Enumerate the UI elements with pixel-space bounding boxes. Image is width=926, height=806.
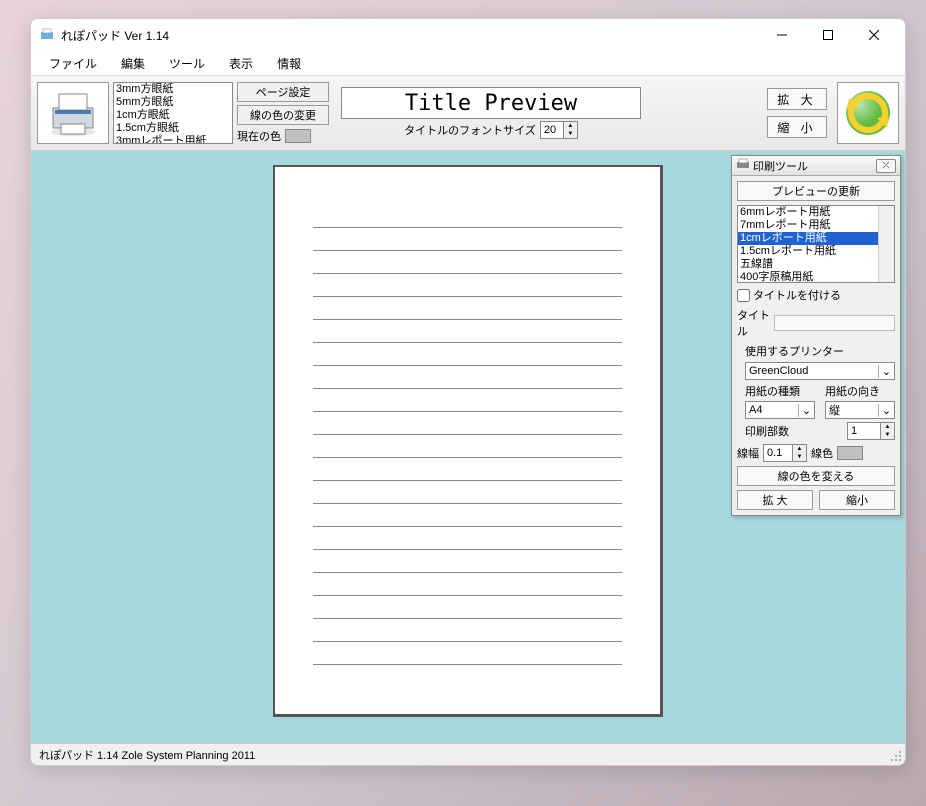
page-preview bbox=[273, 165, 663, 717]
printer-value: GreenCloud bbox=[746, 365, 878, 377]
print-tool-body: プレビューの更新 6mmレポート用紙 7mmレポート用紙 1cmレポート用紙 1… bbox=[732, 176, 900, 515]
minimize-button[interactable] bbox=[759, 20, 805, 50]
spinner-down-button[interactable]: ▼ bbox=[881, 431, 894, 439]
printer-icon[interactable] bbox=[37, 82, 109, 144]
list-item[interactable]: 五線譜 bbox=[738, 258, 894, 271]
list-item[interactable]: 400字原稿用紙 bbox=[738, 271, 894, 283]
menu-tool[interactable]: ツール bbox=[159, 52, 215, 75]
title-preview-text: Title Preview bbox=[405, 91, 577, 116]
list-item[interactable]: 5mm方眼紙 bbox=[114, 96, 232, 109]
paper-orient-value: 縦 bbox=[826, 402, 878, 418]
printer-label: 使用するプリンター bbox=[745, 343, 895, 359]
line-color-change-button[interactable]: 線の色の変更 bbox=[237, 105, 329, 125]
menu-edit[interactable]: 編集 bbox=[111, 52, 155, 75]
copies-value[interactable]: 1 bbox=[848, 423, 880, 439]
app-window: れぽパッド Ver 1.14 ファイル 編集 ツール 表示 情報 3mm方眼紙 … bbox=[30, 18, 906, 766]
toolbar-zoom-buttons: 拡 大 縮 小 bbox=[767, 88, 827, 138]
print-tool-title: 印刷ツール bbox=[753, 158, 808, 174]
title-fontsize-label: タイトルのフォントサイズ bbox=[404, 122, 536, 138]
copies-label: 印刷部数 bbox=[745, 423, 789, 439]
current-color-swatch[interactable] bbox=[285, 129, 311, 143]
paper-type-combo[interactable]: A4 ⌄ bbox=[745, 401, 815, 419]
toolbar: 3mm方眼紙 5mm方眼紙 1cm方眼紙 1.5cm方眼紙 3mmレポート用紙 … bbox=[31, 75, 905, 151]
content-area: 印刷ツール ⤫ プレビューの更新 6mmレポート用紙 7mmレポート用紙 1cm… bbox=[31, 151, 905, 743]
line-width-label: 線幅 bbox=[737, 445, 759, 461]
zoom-out-button[interactable]: 縮 小 bbox=[767, 116, 827, 138]
title-fontsize-value[interactable]: 20 bbox=[541, 122, 563, 138]
app-title: れぽパッド Ver 1.14 bbox=[61, 27, 759, 44]
add-title-checkbox[interactable] bbox=[737, 289, 750, 302]
list-item[interactable]: 1.5cmレポート用紙 bbox=[738, 245, 894, 258]
add-title-row: タイトルを付ける bbox=[737, 287, 895, 303]
paper-type-value: A4 bbox=[746, 404, 798, 416]
refresh-icon[interactable] bbox=[837, 82, 899, 144]
change-line-color-button[interactable]: 線の色を変える bbox=[737, 466, 895, 486]
list-item[interactable]: 7mmレポート用紙 bbox=[738, 219, 894, 232]
status-text: れぽパッド 1.14 Zole System Planning 2011 bbox=[39, 747, 255, 763]
list-item[interactable]: 3mm方眼紙 bbox=[114, 83, 232, 96]
zoom-in-button[interactable]: 拡 大 bbox=[767, 88, 827, 110]
refresh-preview-button[interactable]: プレビューの更新 bbox=[737, 181, 895, 201]
title-fontsize-row: タイトルのフォントサイズ 20 ▲ ▼ bbox=[404, 121, 578, 139]
paper-type-label: 用紙の種類 bbox=[745, 383, 815, 399]
list-item[interactable]: 6mmレポート用紙 bbox=[738, 206, 894, 219]
maximize-button[interactable] bbox=[805, 20, 851, 50]
list-item[interactable]: 1cm方眼紙 bbox=[114, 109, 232, 122]
menu-file[interactable]: ファイル bbox=[39, 52, 107, 75]
copies-spinner[interactable]: 1 ▲ ▼ bbox=[847, 422, 895, 440]
ruled-lines bbox=[313, 205, 622, 706]
add-title-label: タイトルを付ける bbox=[753, 287, 841, 303]
line-width-spinner[interactable]: 0.1 ▲ ▼ bbox=[763, 444, 807, 462]
pt-zoom-in-button[interactable]: 拡 大 bbox=[737, 490, 813, 510]
print-tool-zoom-buttons: 拡 大 縮小 bbox=[737, 490, 895, 510]
paper-orient-label: 用紙の向き bbox=[825, 383, 895, 399]
line-color-label: 線色 bbox=[811, 445, 833, 461]
current-color-label: 現在の色 bbox=[237, 128, 281, 144]
line-color-swatch[interactable] bbox=[837, 446, 863, 460]
toolbar-middle-buttons: ページ設定 線の色の変更 現在の色 bbox=[237, 82, 329, 144]
paper-orient-combo[interactable]: 縦 ⌄ bbox=[825, 401, 895, 419]
app-icon bbox=[39, 27, 55, 43]
menu-info[interactable]: 情報 bbox=[267, 52, 311, 75]
menu-view[interactable]: 表示 bbox=[219, 52, 263, 75]
menubar: ファイル 編集 ツール 表示 情報 bbox=[31, 51, 905, 75]
pt-zoom-out-button[interactable]: 縮小 bbox=[819, 490, 895, 510]
list-item[interactable]: 3mmレポート用紙 bbox=[114, 135, 232, 144]
printer-section: 使用するプリンター GreenCloud ⌄ 用紙の種類 A4 ⌄ bbox=[745, 343, 895, 440]
spinner-down-button[interactable]: ▼ bbox=[564, 130, 577, 138]
copies-row: 印刷部数 1 ▲ ▼ bbox=[745, 422, 895, 440]
statusbar: れぽパッド 1.14 Zole System Planning 2011 bbox=[31, 743, 905, 765]
spinner-up-button[interactable]: ▲ bbox=[793, 445, 806, 453]
line-settings-row: 線幅 0.1 ▲ ▼ 線色 bbox=[737, 444, 895, 462]
print-tool-panel: 印刷ツール ⤫ プレビューの更新 6mmレポート用紙 7mmレポート用紙 1cm… bbox=[731, 155, 901, 516]
close-button[interactable] bbox=[851, 20, 897, 50]
chevron-down-icon[interactable]: ⌄ bbox=[878, 404, 894, 417]
title-fontsize-spinner[interactable]: 20 ▲ ▼ bbox=[540, 121, 578, 139]
chevron-down-icon[interactable]: ⌄ bbox=[878, 365, 894, 378]
list-item[interactable]: 1cmレポート用紙 bbox=[738, 232, 894, 245]
spinner-down-button[interactable]: ▼ bbox=[793, 453, 806, 461]
print-tool-close-button[interactable]: ⤫ bbox=[876, 159, 896, 173]
title-field-label: タイトル bbox=[737, 307, 770, 339]
print-tool-paper-list[interactable]: 6mmレポート用紙 7mmレポート用紙 1cmレポート用紙 1.5cmレポート用… bbox=[737, 205, 895, 283]
spinner-up-button[interactable]: ▲ bbox=[881, 423, 894, 431]
print-tool-titlebar[interactable]: 印刷ツール ⤫ bbox=[732, 156, 900, 176]
line-width-value[interactable]: 0.1 bbox=[764, 445, 792, 461]
window-controls bbox=[759, 20, 897, 50]
titlebar: れぽパッド Ver 1.14 bbox=[31, 19, 905, 51]
current-color-row: 現在の色 bbox=[237, 128, 329, 144]
title-preview-area: Title Preview タイトルのフォントサイズ 20 ▲ ▼ bbox=[341, 87, 641, 139]
spinner-up-button[interactable]: ▲ bbox=[564, 122, 577, 130]
chevron-down-icon[interactable]: ⌄ bbox=[798, 404, 814, 417]
page-setup-button[interactable]: ページ設定 bbox=[237, 82, 329, 102]
list-item[interactable]: 1.5cm方眼紙 bbox=[114, 122, 232, 135]
printer-small-icon bbox=[736, 158, 750, 173]
resize-grip-icon[interactable] bbox=[889, 749, 903, 763]
title-preview-box: Title Preview bbox=[341, 87, 641, 119]
paper-type-list[interactable]: 3mm方眼紙 5mm方眼紙 1cm方眼紙 1.5cm方眼紙 3mmレポート用紙 … bbox=[113, 82, 233, 144]
scrollbar[interactable] bbox=[878, 206, 894, 282]
title-input[interactable] bbox=[774, 315, 895, 331]
printer-combo[interactable]: GreenCloud ⌄ bbox=[745, 362, 895, 380]
paper-settings-row: 用紙の種類 A4 ⌄ 用紙の向き 縦 ⌄ bbox=[745, 383, 895, 419]
